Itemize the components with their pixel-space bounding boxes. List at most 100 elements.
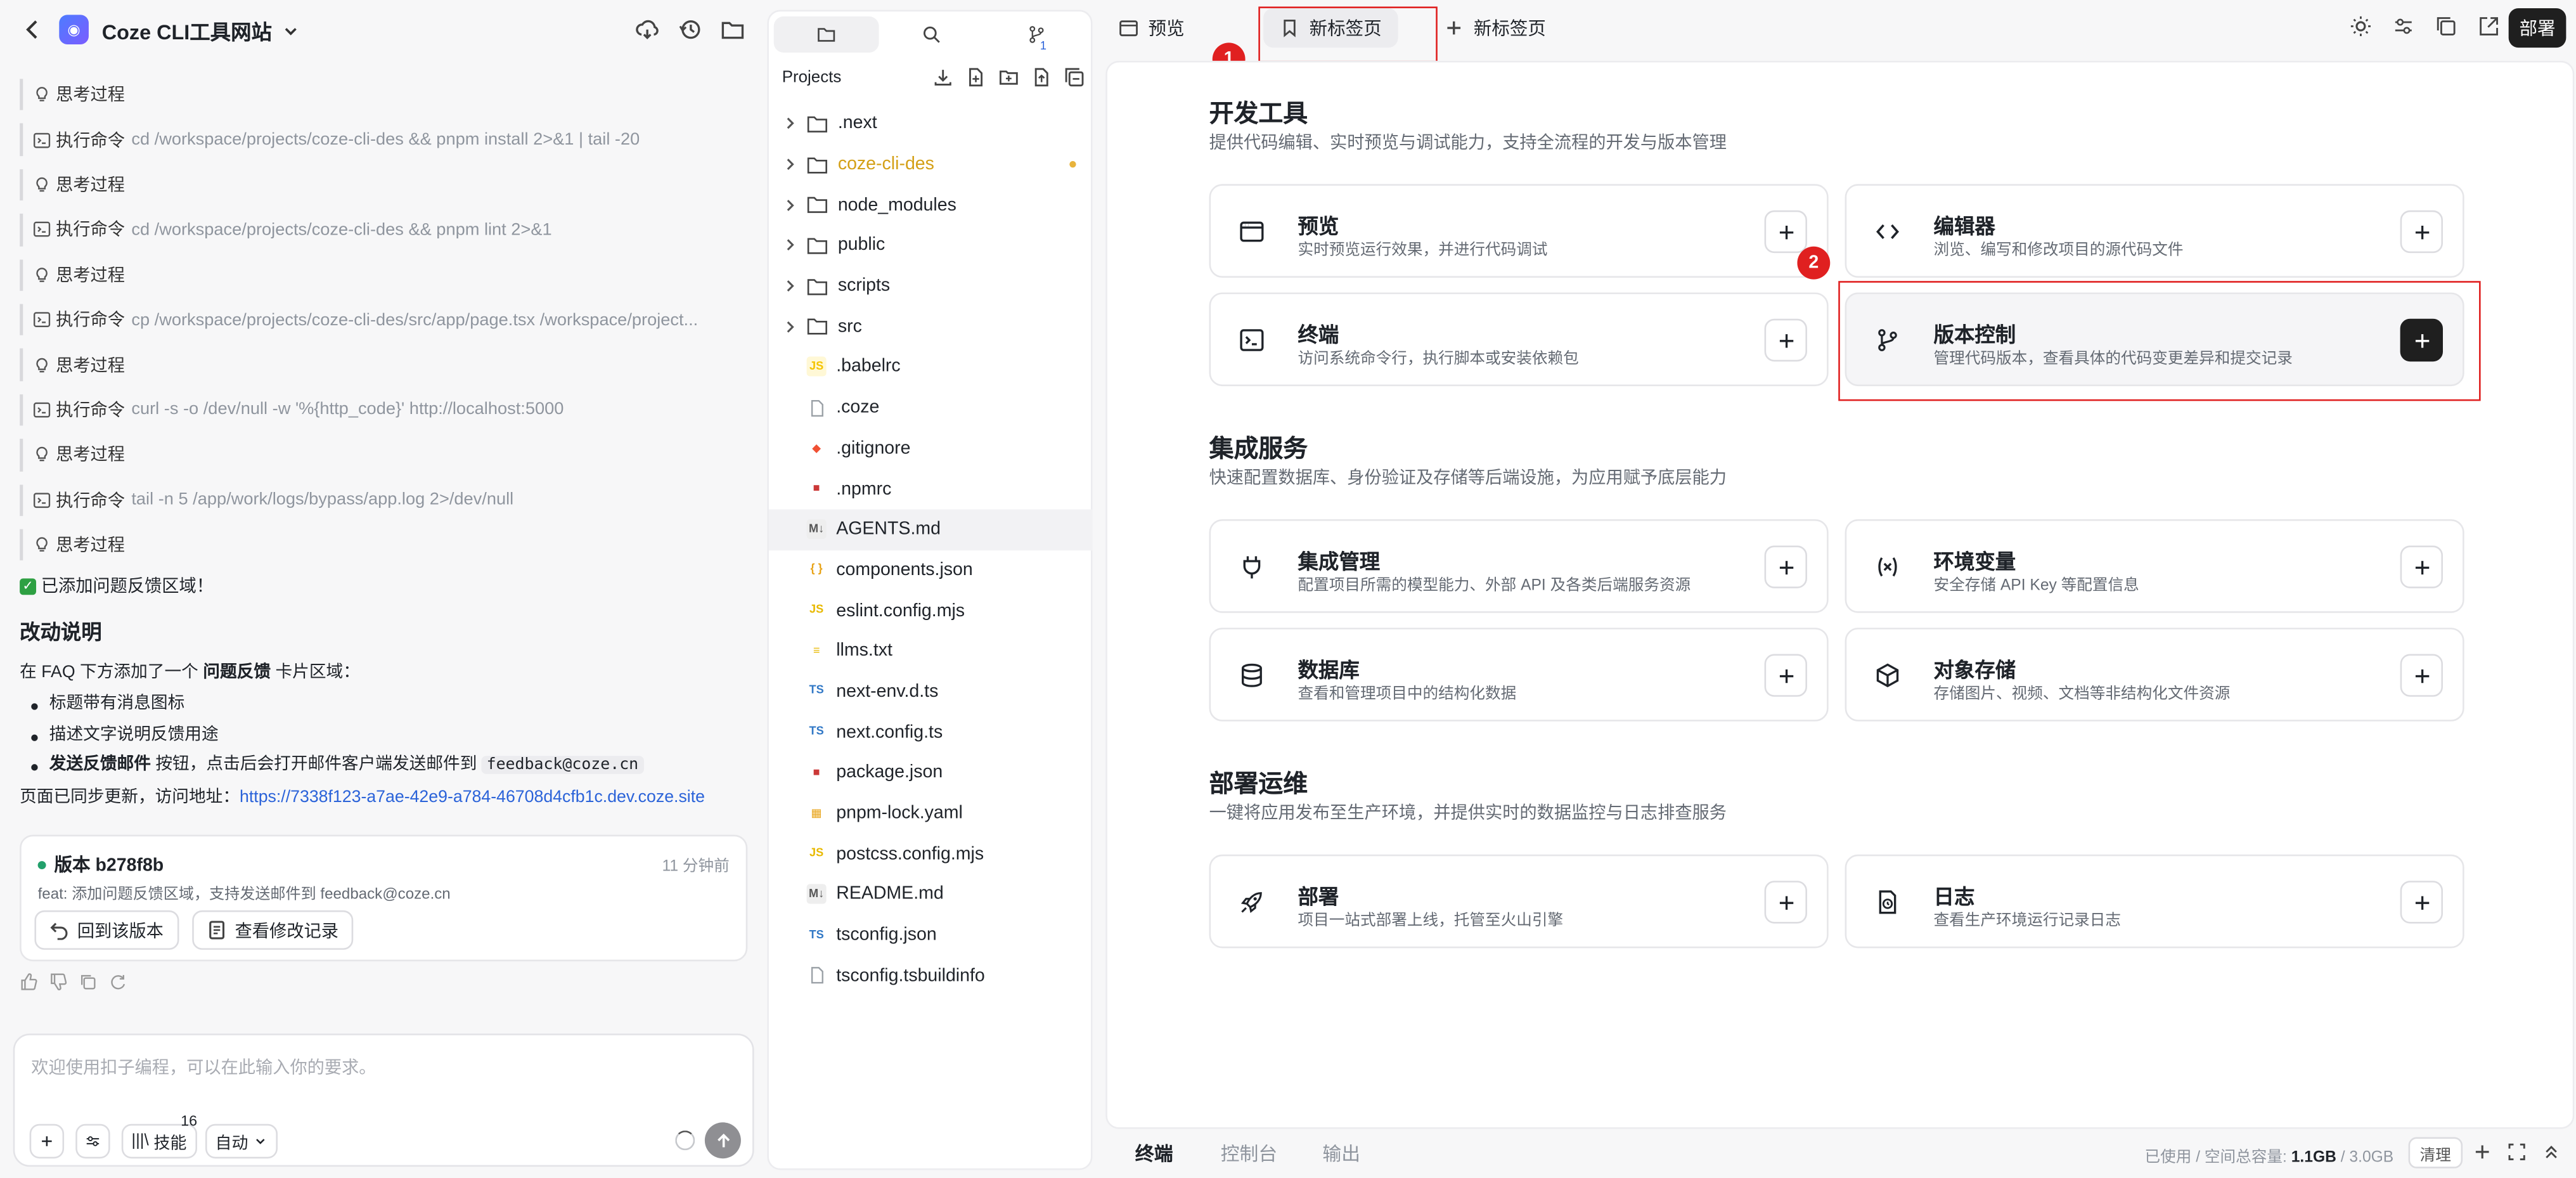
refresh-icon[interactable] bbox=[108, 973, 127, 991]
chevron-right-icon[interactable] bbox=[782, 278, 799, 294]
deploy-button[interactable]: 部署 bbox=[2508, 8, 2566, 48]
tree-folder[interactable]: src bbox=[769, 306, 1093, 347]
new-file-icon[interactable] bbox=[966, 67, 986, 87]
sun-icon[interactable] bbox=[2349, 15, 2372, 37]
list-item[interactable]: 思考过程 bbox=[20, 72, 749, 117]
tree-folder[interactable]: public bbox=[769, 225, 1093, 266]
download-icon[interactable] bbox=[933, 67, 953, 87]
tree-file[interactable]: ■ package.json bbox=[769, 753, 1093, 793]
tool-card[interactable]: 部署 项目一站式部署上线，托管至火山引擎 bbox=[1209, 854, 1829, 948]
chevron-right-icon[interactable] bbox=[782, 318, 799, 335]
back-arrow-icon[interactable] bbox=[20, 16, 46, 42]
chevron-right-icon[interactable] bbox=[782, 156, 799, 172]
chevron-right-icon[interactable] bbox=[782, 197, 799, 213]
list-item[interactable]: 思考过程 bbox=[20, 252, 749, 297]
tool-card[interactable]: 数据库 查看和管理项目中的结构化数据 bbox=[1209, 628, 1829, 722]
rollback-button[interactable]: 回到该版本 bbox=[34, 910, 179, 950]
new-folder-icon[interactable] bbox=[999, 67, 1019, 87]
list-item[interactable]: 思考过程 bbox=[20, 162, 749, 207]
tool-card[interactable]: 环境变量 安全存储 API Key 等配置信息 bbox=[1845, 519, 2464, 613]
add-card-button[interactable] bbox=[2400, 881, 2444, 924]
chat-composer[interactable]: 欢迎使用扣子编程，可以在此输入你的要求。 |||\ 技能 16 自动 bbox=[13, 1033, 754, 1167]
list-item[interactable]: 思考过程 bbox=[20, 522, 749, 567]
settings-button[interactable] bbox=[75, 1123, 110, 1159]
add-card-button[interactable] bbox=[2400, 210, 2444, 254]
tab-output[interactable]: 输出 bbox=[1322, 1141, 1360, 1167]
tool-card[interactable]: 预览 实时预览运行效果，并进行代码调试 bbox=[1209, 184, 1829, 278]
tree-file[interactable]: JS eslint.config.mjs bbox=[769, 590, 1093, 631]
tree-folder[interactable]: scripts bbox=[769, 266, 1093, 306]
duplicate-icon[interactable] bbox=[2435, 15, 2457, 37]
folder-icon[interactable] bbox=[719, 16, 745, 42]
history-icon[interactable] bbox=[677, 16, 703, 42]
cloud-download-icon[interactable] bbox=[634, 16, 660, 42]
add-card-button[interactable] bbox=[2400, 545, 2444, 588]
collapse-all-icon[interactable] bbox=[1064, 67, 1084, 87]
tree-file[interactable]: M↓ AGENTS.md bbox=[768, 509, 1093, 550]
tree-file[interactable]: JS postcss.config.mjs bbox=[769, 834, 1093, 874]
tab-search[interactable] bbox=[879, 16, 984, 53]
tool-card[interactable]: 对象存储 存储图片、视频、文档等非结构化文件资源 bbox=[1845, 628, 2464, 722]
tool-card[interactable]: 集成管理 配置项目所需的模型能力、外部 API 及各类后端服务资源 bbox=[1209, 519, 1829, 613]
chevron-right-icon[interactable] bbox=[782, 237, 799, 254]
chevrons-up-icon[interactable] bbox=[2542, 1142, 2561, 1162]
view-changes-button[interactable]: 查看修改记录 bbox=[192, 910, 354, 950]
tree-file[interactable]: JS .babelrc bbox=[769, 347, 1093, 387]
tree-file[interactable]: tsconfig.tsbuildinfo bbox=[769, 955, 1093, 996]
tree-file[interactable]: ◆ .gitignore bbox=[769, 428, 1093, 469]
tab-files[interactable] bbox=[773, 16, 879, 53]
new-tab-button[interactable]: 新标签页 bbox=[1427, 8, 1562, 48]
mode-select[interactable]: 自动 bbox=[205, 1123, 278, 1159]
add-card-button[interactable] bbox=[1764, 881, 1807, 924]
list-item[interactable]: 执行命令 curl -s -o /dev/null -w '%{http_code… bbox=[20, 387, 749, 432]
tree-file[interactable]: { } components.json bbox=[769, 550, 1093, 590]
list-item[interactable]: 思考过程 bbox=[20, 432, 749, 477]
plus-icon[interactable] bbox=[2473, 1142, 2492, 1162]
list-item[interactable]: 执行命令 cd /workspace/projects/coze-cli-des … bbox=[20, 207, 749, 252]
external-link-icon[interactable] bbox=[2477, 15, 2500, 37]
add-card-button[interactable] bbox=[1764, 545, 1807, 588]
tree-folder[interactable]: .next bbox=[769, 103, 1093, 144]
tree-file[interactable]: ■ .npmrc bbox=[769, 469, 1093, 509]
change-list: 标题带有消息图标 描述文字说明反馈用途 发送反馈邮件 按钮，点击后会打开邮件客户… bbox=[20, 690, 749, 782]
tree-file[interactable]: TS next-env.d.ts bbox=[769, 671, 1093, 712]
upload-file-icon[interactable] bbox=[1032, 67, 1052, 87]
tab-preview[interactable]: 预览 bbox=[1102, 8, 1201, 48]
copy-icon[interactable] bbox=[79, 973, 97, 991]
thumbs-down-icon[interactable] bbox=[49, 973, 68, 991]
list-item[interactable]: 执行命令 cd /workspace/projects/coze-cli-des … bbox=[20, 117, 749, 162]
add-card-button[interactable] bbox=[1764, 210, 1807, 254]
add-card-button[interactable] bbox=[1764, 654, 1807, 697]
tree-file[interactable]: TS tsconfig.json bbox=[769, 915, 1093, 955]
tree-file[interactable]: ▦ pnpm-lock.yaml bbox=[769, 793, 1093, 834]
project-title[interactable]: Coze CLI工具网站 bbox=[102, 14, 272, 45]
tree-file[interactable]: .coze bbox=[769, 387, 1093, 428]
tree-file[interactable]: ≡ llms.txt bbox=[769, 631, 1093, 671]
fullscreen-icon[interactable] bbox=[2507, 1142, 2527, 1162]
tool-card[interactable]: 编辑器 浏览、编写和修改项目的源代码文件 bbox=[1845, 184, 2464, 278]
tab-console[interactable]: 控制台 bbox=[1221, 1141, 1277, 1167]
site-link[interactable]: https://7338f123-a7ae-42e9-a784-46708d4c… bbox=[240, 789, 705, 807]
tree-file[interactable]: TS next.config.ts bbox=[769, 712, 1093, 753]
sliders-icon[interactable] bbox=[2392, 15, 2415, 37]
chevron-down-icon[interactable] bbox=[281, 20, 301, 39]
add-card-button[interactable] bbox=[2400, 654, 2444, 697]
tree-folder[interactable]: node_modules bbox=[769, 184, 1093, 225]
list-item[interactable]: 执行命令 cp /workspace/projects/coze-cli-des/… bbox=[20, 297, 749, 342]
tab-terminal[interactable]: 终端 bbox=[1135, 1141, 1173, 1167]
skills-button[interactable]: |||\ 技能 bbox=[121, 1123, 196, 1159]
thumbs-up-icon[interactable] bbox=[20, 973, 38, 991]
add-card-button[interactable] bbox=[1764, 318, 1807, 362]
chevron-right-icon[interactable] bbox=[782, 115, 799, 132]
tree-file[interactable]: M↓ README.md bbox=[769, 874, 1093, 915]
send-button[interactable] bbox=[704, 1122, 741, 1159]
list-item[interactable]: 执行命令 tail -n 5 /app/work/logs/bypass/app.… bbox=[20, 477, 749, 522]
tool-card[interactable]: 日志 查看生产环境运行记录日志 bbox=[1845, 854, 2464, 948]
tab-source-control[interactable]: 1 bbox=[984, 16, 1089, 53]
composer-input[interactable]: 欢迎使用扣子编程，可以在此输入你的要求。 bbox=[31, 1055, 376, 1080]
tree-folder[interactable]: coze-cli-des bbox=[769, 144, 1093, 184]
list-item[interactable]: 思考过程 bbox=[20, 342, 749, 387]
clear-button[interactable]: 清理 bbox=[2408, 1137, 2463, 1168]
tool-card[interactable]: 终端 访问系统命令行，执行脚本或安装依赖包 bbox=[1209, 292, 1829, 387]
add-button[interactable] bbox=[29, 1123, 65, 1159]
